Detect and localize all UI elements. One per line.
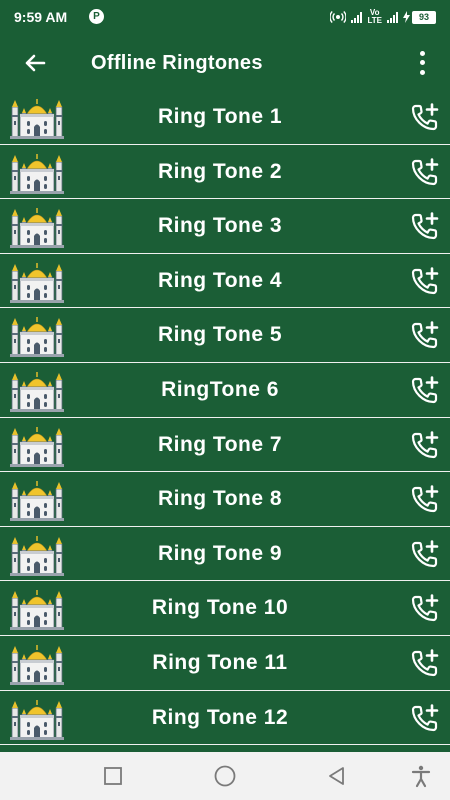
ringtone-label: Ring Tone 7 [157,432,283,456]
ringtone-row-13[interactable]: Ring Tone 13 [0,745,450,752]
status-bar: 9:59 AM P Vo LTE 93 [0,0,450,35]
signal-icon [351,11,363,23]
status-time: 9:59 AM [14,9,68,25]
add-call-icon[interactable] [410,266,440,296]
system-nav-bar [0,752,450,800]
ringtone-label: Ring Tone 5 [157,323,283,347]
mosque-icon [10,422,64,467]
ringtone-label: RingTone 6 [161,377,279,401]
ringtone-row-10[interactable]: Ring Tone 10 [0,581,450,636]
add-call-icon[interactable] [410,320,440,350]
ringtone-label: Ring Tone 10 [151,596,289,620]
add-call-icon[interactable] [410,211,440,241]
mosque-icon [10,313,64,358]
app-notification-icon: P [89,9,104,24]
ringtone-label: Ring Tone 2 [157,159,283,183]
add-call-icon[interactable] [410,539,440,569]
mosque-icon [10,367,64,412]
ringtone-label: Ring Tone 4 [157,268,283,292]
add-call-icon[interactable] [410,593,440,623]
ringtone-row-9[interactable]: Ring Tone 9 [0,526,450,582]
back-icon[interactable] [325,764,349,788]
ringtone-label: Ring Tone 3 [157,214,283,238]
mosque-icon [10,695,64,740]
mosque-icon [10,477,64,522]
signal-icon [387,11,398,23]
ringtone-list[interactable]: Ring Tone 1 Ring Tone 2 Ring Tone 3 Ring… [0,90,450,752]
mosque-icon [10,95,64,139]
mosque-icon [10,258,64,303]
ringtone-row-12[interactable]: Ring Tone 12 [0,690,450,746]
ringtone-row-8[interactable]: Ring Tone 8 [0,472,450,527]
add-call-icon[interactable] [410,484,440,514]
ringtone-label: Ring Tone 9 [157,541,283,565]
add-call-icon[interactable] [410,157,440,187]
battery-level: 93 [412,10,436,24]
add-call-icon[interactable] [410,102,440,132]
app-bar: Offline Ringtones [0,35,450,90]
ringtone-label: Ring Tone 1 [157,105,283,128]
add-call-icon[interactable] [410,703,440,733]
arrow-back-icon[interactable] [20,48,50,78]
add-call-icon[interactable] [410,648,440,678]
ringtone-row-4[interactable]: Ring Tone 4 [0,253,450,309]
ringtone-row-5[interactable]: Ring Tone 5 [0,308,450,363]
accessibility-icon[interactable] [409,764,433,788]
ringtone-row-3[interactable]: Ring Tone 3 [0,199,450,254]
page-title: Offline Ringtones [91,52,263,74]
ringtone-label: Ring Tone 13 [70,745,370,752]
ringtone-row-7[interactable]: Ring Tone 7 [0,417,450,473]
mosque-icon [10,149,64,194]
mosque-icon [10,640,64,685]
ringtone-row-6[interactable]: RingTone 6 [0,362,450,418]
add-call-icon[interactable] [410,430,440,460]
ringtone-row-1[interactable]: Ring Tone 1 [0,90,450,145]
add-call-icon[interactable] [410,375,440,405]
recent-apps-icon[interactable] [101,764,125,788]
ringtone-row-2[interactable]: Ring Tone 2 [0,144,450,200]
ringtone-label: Ring Tone 8 [157,487,283,511]
charging-icon [403,11,410,23]
status-icons: Vo LTE 93 [330,9,436,25]
volte-indicator: Vo LTE [367,8,382,25]
home-icon[interactable] [213,764,237,788]
ringtone-label: Ring Tone 12 [151,705,289,729]
ringtone-label: Ring Tone 11 [152,650,288,674]
hotspot-icon [330,11,347,23]
battery-indicator: 93 [403,10,436,24]
mosque-icon [10,204,64,249]
more-vert-icon[interactable] [416,49,428,77]
mosque-icon [10,586,64,631]
mosque-icon [10,531,64,576]
ringtone-row-11[interactable]: Ring Tone 11 [0,635,450,691]
